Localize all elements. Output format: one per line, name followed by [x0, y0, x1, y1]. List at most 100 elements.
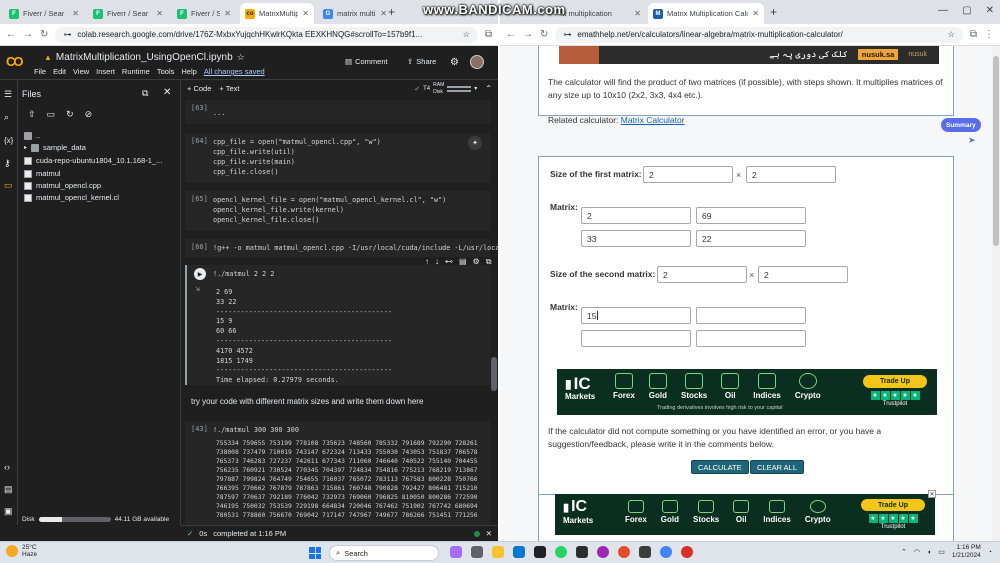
menu-runtime[interactable]: Runtime: [122, 67, 150, 76]
cell-code[interactable]: !./matmul 2 2 2: [213, 269, 274, 279]
taskbar-search[interactable]: ⌕ Search: [329, 545, 439, 561]
code-cell-63[interactable]: [63] ...: [185, 100, 490, 124]
file-tree-item[interactable]: matmul_opencl_kernel.cl: [24, 192, 119, 203]
task-view-icon[interactable]: [471, 546, 483, 558]
record-icon[interactable]: [681, 546, 693, 558]
app-icon[interactable]: [639, 546, 651, 558]
maximize-icon[interactable]: ▢: [962, 5, 971, 16]
tab-fiverr-2[interactable]: F Fiverr / Sear ✕: [88, 3, 168, 24]
runtime-resources[interactable]: ✓ T4 RAM Disk ▾: [414, 82, 477, 95]
trade-up-button[interactable]: Trade Up: [861, 499, 925, 511]
cell-code[interactable]: ...: [213, 108, 225, 118]
page-scrollbar[interactable]: [992, 46, 1000, 541]
first-cols-input[interactable]: 2: [746, 166, 836, 183]
save-status-link[interactable]: All changes saved: [204, 67, 265, 76]
menu-help[interactable]: Help: [181, 67, 196, 76]
cell-code[interactable]: !g++ -o matmul matmul_opencl.cpp -I/usr/…: [213, 243, 498, 253]
markdown-text-cell[interactable]: try your code with different matrix size…: [191, 397, 423, 406]
ad-brand-button[interactable]: nusuk.sa: [857, 48, 899, 60]
code-snippets-icon[interactable]: ‹›: [4, 462, 10, 472]
wifi-icon[interactable]: ◠: [914, 548, 920, 556]
chevron-up-icon[interactable]: ⌃: [901, 548, 907, 556]
minimize-icon[interactable]: —: [938, 5, 948, 16]
copilot-app-icon[interactable]: [450, 546, 462, 558]
matrix-calculator-link[interactable]: Matrix Calculator: [621, 115, 685, 125]
bookmark-star-icon[interactable]: ☆: [463, 30, 470, 39]
tab-fiverr-3[interactable]: F Fiverr / Sear ✕: [172, 3, 236, 24]
close-icon[interactable]: ✕: [156, 9, 163, 18]
menu-insert[interactable]: Insert: [96, 67, 115, 76]
first-matrix-cell-2-1[interactable]: 33: [581, 230, 691, 247]
first-matrix-cell-1-2[interactable]: 69: [696, 207, 806, 224]
new-folder-icon[interactable]: ▭: [47, 109, 56, 120]
file-tree-item[interactable]: matmul_opencl.cpp: [24, 180, 101, 191]
file-tree-item[interactable]: cuda-repo-ubuntu1804_10.1.168-1_...: [24, 155, 162, 166]
table-of-contents-icon[interactable]: ☰: [4, 89, 12, 100]
close-icon[interactable]: ✕: [380, 9, 387, 18]
battery-icon[interactable]: ▭: [938, 548, 945, 556]
run-cell-play-icon[interactable]: ▶: [194, 268, 206, 280]
output-toggle-icon[interactable]: ⇲: [195, 286, 200, 293]
close-icon[interactable]: ✕: [302, 9, 309, 18]
first-matrix-cell-2-2[interactable]: 22: [696, 230, 806, 247]
second-matrix-cell-2-1[interactable]: [581, 330, 691, 347]
settings-button[interactable]: ⚙: [450, 57, 459, 68]
close-icon[interactable]: ✕: [224, 9, 231, 18]
close-icon[interactable]: ✕: [72, 9, 79, 18]
extensions-icon[interactable]: ⧉: [970, 29, 977, 40]
chevron-up-icon[interactable]: ⌃: [485, 84, 492, 93]
second-matrix-cell-1-2[interactable]: [696, 307, 806, 324]
right-url-field[interactable]: ⊶ emathhelp.net/en/calculators/linear-al…: [555, 26, 963, 43]
tab-matrix-calculator[interactable]: M Matrix Multiplication Calculator ✕: [648, 3, 764, 24]
trade-up-button[interactable]: Trade Up: [863, 375, 927, 388]
chrome-browser-icon[interactable]: [660, 546, 672, 558]
tab-fiverr-1[interactable]: F Fiverr / Sear ✕: [4, 3, 84, 24]
notifications-bell-icon[interactable]: ◔: [988, 549, 992, 556]
clear-all-button[interactable]: CLEAR ALL: [750, 460, 805, 474]
notebook-scrollbar[interactable]: [491, 357, 497, 391]
summary-badge[interactable]: Summary: [941, 118, 981, 132]
terminal-icon[interactable]: ▣: [4, 506, 13, 517]
close-icon[interactable]: ✕: [163, 87, 171, 98]
upload-file-icon[interactable]: ⇧: [28, 109, 36, 120]
extensions-icon[interactable]: ⧉: [485, 29, 492, 40]
close-ad-icon[interactable]: ✕: [928, 490, 936, 498]
open-in-tab-icon[interactable]: ⧉: [142, 88, 148, 99]
account-avatar[interactable]: [470, 55, 484, 69]
close-icon[interactable]: ✕: [986, 5, 994, 16]
second-rows-input[interactable]: 2: [657, 266, 747, 283]
windows-start-icon[interactable]: [309, 547, 321, 559]
files-folder-icon[interactable]: ▭: [4, 180, 13, 191]
store-app-icon[interactable]: [534, 546, 546, 558]
first-matrix-cell-1-1[interactable]: 2: [581, 207, 691, 224]
search-icon[interactable]: ⌕: [4, 112, 9, 123]
share-button[interactable]: ⇪ Share: [407, 57, 436, 66]
bookmark-star-icon[interactable]: ☆: [948, 30, 955, 39]
ai-assist-icon[interactable]: ✦: [468, 136, 482, 150]
scrollbar-thumb[interactable]: [993, 56, 999, 246]
menu-tools[interactable]: Tools: [157, 67, 175, 76]
cell-code[interactable]: cpp_file = open("matmul_opencl.cpp", "w"…: [213, 137, 381, 177]
top-advertisement[interactable]: کلک کی دوری پہ ہے nusuk.sa nusuk: [559, 46, 939, 64]
first-rows-input[interactable]: 2: [643, 166, 733, 183]
app-icon[interactable]: [597, 546, 609, 558]
edge-browser-icon[interactable]: [513, 546, 525, 558]
forward-arrow-icon[interactable]: →: [523, 29, 533, 40]
menu-dots-icon[interactable]: ⋮: [984, 29, 994, 40]
system-clock[interactable]: 1:16 PM 1/21/2024: [952, 544, 981, 560]
app-icon[interactable]: [618, 546, 630, 558]
colab-logo[interactable]: CO: [6, 54, 23, 69]
command-palette-icon[interactable]: ▤: [4, 484, 13, 495]
caret-right-icon[interactable]: ▸: [24, 144, 27, 151]
new-tab-icon[interactable]: +: [388, 5, 395, 19]
menu-file[interactable]: File: [34, 67, 46, 76]
mount-drive-icon[interactable]: ⊘: [85, 109, 93, 120]
star-icon[interactable]: ☆: [237, 52, 245, 63]
code-cell-run[interactable]: ▶ !./matmul 2 2 2 ⇲ 2 69 33 22 ---------…: [185, 265, 490, 385]
tab-google-search[interactable]: G matrix multi ✕: [318, 3, 392, 24]
file-tree-item[interactable]: ▸ sample_data: [24, 142, 86, 153]
back-arrow-icon[interactable]: ←: [6, 29, 16, 40]
delete-icon[interactable]: ▯: [497, 257, 498, 267]
tab-google-search[interactable]: ix multiplication ✕: [556, 3, 646, 24]
file-tree-item[interactable]: ..: [24, 130, 40, 141]
